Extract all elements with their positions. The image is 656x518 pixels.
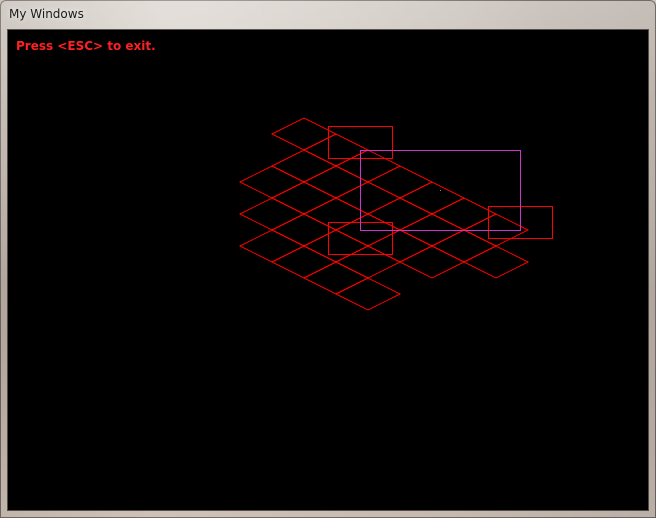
title-bar[interactable]: My Windows [0,0,656,30]
diamond-tile [302,133,370,167]
diamond-tile [366,165,434,199]
app-window: My Windows Press <ESC> to exit. [0,0,656,518]
diamond-tile [302,197,370,231]
diamond-tile [270,117,338,151]
render-canvas[interactable]: Press <ESC> to exit. [8,30,648,510]
center-marker [440,190,441,191]
diamond-tiles [238,117,530,311]
isometric-grid-scene [238,117,553,311]
diamond-tile [270,245,338,279]
diamond-tile [334,277,402,311]
diamond-tile [462,245,530,279]
diamond-tile [270,149,338,183]
window-title: My Windows [9,7,84,21]
diamond-tile [238,229,306,263]
diamond-tile [238,165,306,199]
diamond-tile [398,181,466,215]
diamond-tile [334,149,402,183]
diamond-tile [430,229,498,263]
diamond-tile [270,181,338,215]
diamond-tile [302,229,370,263]
diamond-tile [302,261,370,295]
diamond-tile [366,229,434,263]
diamond-tile [270,213,338,247]
diamond-tile [398,245,466,279]
diamond-tile [430,197,498,231]
diamond-tile [238,197,306,231]
diamond-tile [302,165,370,199]
diamond-tile [334,181,402,215]
diamond-tile [334,245,402,279]
diamond-tile [366,197,434,231]
